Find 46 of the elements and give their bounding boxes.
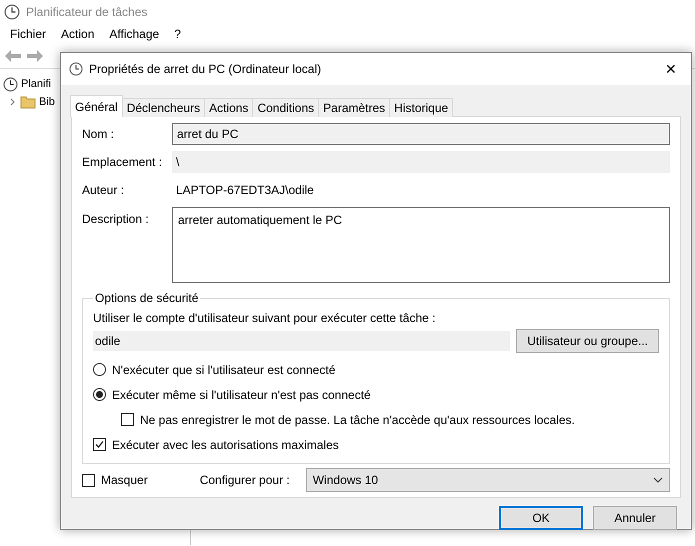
option-label: Masquer bbox=[101, 473, 148, 487]
menu-item[interactable]: Affichage bbox=[109, 27, 160, 41]
menu-item[interactable]: Action bbox=[61, 27, 94, 41]
checkbox[interactable] bbox=[121, 413, 134, 426]
field-label: Description : bbox=[82, 211, 150, 226]
dialog-button[interactable]: Annuler bbox=[593, 506, 677, 530]
option-label: Exécuter même si l'utilisateur n'est pas connecté bbox=[112, 388, 371, 402]
account-field: odile bbox=[93, 331, 510, 351]
close-button[interactable]: ✕ bbox=[651, 53, 691, 85]
menu-item[interactable]: Fichier bbox=[10, 27, 46, 41]
tab[interactable]: Actions bbox=[204, 98, 254, 117]
tab[interactable]: Général bbox=[70, 95, 123, 117]
caret-icon bbox=[653, 477, 663, 483]
tab[interactable]: Déclencheurs bbox=[122, 98, 206, 117]
option-label: Exécuter avec les autorisations maximales bbox=[112, 438, 339, 452]
account-label: Utiliser le compte d'utilisateur suivant pour exécuter cette tâche : bbox=[93, 311, 436, 325]
user-group-button[interactable]: Utilisateur ou groupe... bbox=[516, 329, 659, 353]
dialog-button[interactable]: OK bbox=[499, 506, 583, 530]
tab[interactable]: Historique bbox=[389, 98, 454, 117]
clock-icon bbox=[69, 62, 83, 76]
description-field[interactable]: arreter automatiquement le PC bbox=[172, 207, 670, 283]
tree-item[interactable]: Planifi bbox=[21, 78, 51, 90]
field-label: Nom : bbox=[82, 127, 116, 141]
window-title: Planificateur de tâches bbox=[26, 5, 148, 19]
checkbox[interactable] bbox=[82, 474, 95, 486]
field-label: Auteur : bbox=[82, 183, 126, 197]
tab[interactable]: Paramètres bbox=[318, 98, 390, 117]
tab[interactable]: Conditions bbox=[252, 98, 320, 117]
field-label: Configurer pour : bbox=[200, 473, 290, 487]
tree-item[interactable]: Bib bbox=[39, 96, 55, 108]
configure-dropdown[interactable]: Windows 10 bbox=[306, 468, 670, 492]
clock-icon bbox=[3, 76, 18, 92]
radio-button[interactable] bbox=[93, 363, 106, 376]
radio-button[interactable] bbox=[93, 388, 106, 401]
chevron-icon[interactable] bbox=[9, 98, 17, 106]
menu-item[interactable]: ? bbox=[174, 27, 181, 41]
name-field[interactable]: arret du PC bbox=[172, 123, 670, 145]
option-label: Ne pas enregistrer le mot de passe. La tâche n'accède qu'aux ressources locales. bbox=[140, 412, 575, 426]
option-label: N'exécuter que si l'utilisateur est connecté bbox=[112, 362, 336, 376]
location-field: \ bbox=[172, 151, 670, 173]
clock-icon bbox=[4, 4, 20, 20]
dialog-title: Propriétés de arret du PC (Ordinateur local) bbox=[89, 62, 322, 76]
folder-icon bbox=[20, 95, 36, 109]
field-label: Emplacement : bbox=[82, 155, 164, 169]
checkbox[interactable] bbox=[93, 438, 106, 451]
group-title: Options de sécurité bbox=[94, 291, 200, 305]
